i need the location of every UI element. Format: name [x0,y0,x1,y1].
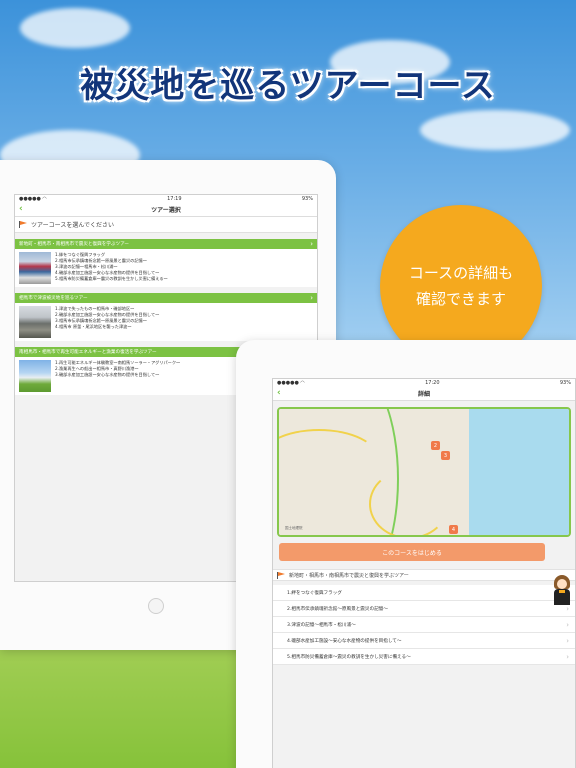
flag-icon [277,571,285,579]
course-title: 南相馬市・相馬市で再生可能エネルギーと漁業の復活を学ぶツアー [19,350,157,355]
prompt-text: ツアーコースを選んでください [31,222,115,229]
carrier-dots: ●●●●● ◠ [277,380,305,386]
list-item[interactable]: 2.相馬市伝承鎮魂祈念館～原風景と震災の記憶～ › [273,601,575,617]
chevron-right-icon: › [310,240,313,248]
list-item[interactable]: 3.津波の記憶～相馬市・松川浦～ › [273,617,575,633]
status-bar: ●●●●● ◠ 17:19 93% [15,195,317,203]
map-road [369,469,449,535]
chevron-right-icon: › [566,604,569,613]
headline: 被災地を巡るツアーコース [80,66,496,106]
cloud [20,8,130,48]
spot-label: 3.津波の記憶～相馬市・松川浦～ [287,622,356,628]
course-map[interactable]: 2 3 4 国土地理院 [277,407,571,537]
map-pin[interactable]: 3 [441,451,450,460]
list-item[interactable]: 1.絆をつなぐ復興フラッグ › [273,585,575,601]
map-pin[interactable]: 4 [449,525,458,534]
course-header[interactable]: 相馬市で津波被災地を巡るツアー › [15,293,317,303]
course-title: 新地町・相馬市・南相馬市で震災と復興を学ぶツアー [19,242,129,247]
home-button[interactable] [148,598,164,614]
spot-label: 4.磯部水産加工施設～安心な水産物の提供を目指して～ [287,638,402,644]
nav-bar: ‹ ツアー選択 [15,203,317,217]
status-time: 17:20 [425,380,440,386]
course-spot: 3.磯部水産加工施設～安心な水産物の提供を目指して～ [55,372,160,377]
course-title: 新地町・相馬市・南相馬市で震災と復興を学ぶツアー [289,572,409,579]
spot-label: 2.相馬市伝承鎮魂祈念館～原風景と震災の記憶～ [287,606,388,612]
status-time: 17:19 [167,196,182,202]
spot-list: 1.絆をつなぐ復興フラッグ › 2.相馬市伝承鎮魂祈念館～原風景と震災の記憶～ … [273,585,575,665]
nav-title: ツアー選択 [151,207,181,214]
spot-label: 5.相馬市防災備蓄倉庫～震災の教訓を生かし災害に備える～ [287,654,411,660]
back-chevron-icon[interactable]: ‹ [277,388,281,398]
cloud [420,110,570,150]
course-card[interactable]: 新地町・相馬市・南相馬市で震災と復興を学ぶツアー › 1.絆をつなぐ復興フラッグ… [15,239,317,287]
nav-bar: ‹ 詳細 [273,387,575,401]
course-thumbnail [19,252,51,284]
badge-line2: 確認できます [415,290,506,308]
map-credit: 国土地理院 [285,526,303,530]
course-title: 相馬市で津波被災地を巡るツアー [19,296,88,301]
tablet-course-detail: ●●●●● ◠ 17:20 93% ‹ 詳細 2 3 4 国土地理院 このコース… [236,340,576,768]
chevron-right-icon: › [566,636,569,645]
start-course-button[interactable]: このコースをはじめる [279,543,545,561]
chevron-right-icon: › [310,294,313,302]
list-item[interactable]: 5.相馬市防災備蓄倉庫～震災の教訓を生かし災害に備える～ › [273,649,575,665]
battery-level: 93% [559,380,571,386]
battery-level: 93% [301,196,313,202]
course-spot: 5.相馬市防災備蓄倉庫～震災の教訓を生かし災害に備える～ [55,276,168,281]
course-header[interactable]: 新地町・相馬市・南相馬市で震災と復興を学ぶツアー › [15,239,317,249]
course-thumbnail [19,306,51,338]
chevron-right-icon: › [566,620,569,629]
flag-icon [19,221,27,228]
course-thumbnail [19,360,51,392]
back-chevron-icon[interactable]: ‹ [19,204,23,214]
carrier-dots: ●●●●● ◠ [19,196,47,202]
list-item[interactable]: 4.磯部水産加工施設～安心な水産物の提供を目指して～ › [273,633,575,649]
course-title-row: 新地町・相馬市・南相馬市で震災と復興を学ぶツアー [273,569,575,581]
spot-label: 1.絆をつなぐ復興フラッグ [287,590,342,596]
course-card[interactable]: 相馬市で津波被災地を巡るツアー › 1.津波で失ったもの～相馬市・磯部地区～ 2… [15,293,317,341]
status-bar: ●●●●● ◠ 17:20 93% [273,379,575,387]
nav-title: 詳細 [417,391,430,398]
detail-screen: ●●●●● ◠ 17:20 93% ‹ 詳細 2 3 4 国土地理院 このコース… [272,378,576,768]
prompt-row: ツアーコースを選んでください [15,217,317,233]
chevron-right-icon: › [566,652,569,661]
badge-line1: コースの詳細も [408,264,514,282]
map-pin[interactable]: 2 [431,441,440,450]
course-spot: 4.相馬市 原釜・尾浜地区を襲った津波～ [55,324,132,329]
guide-avatar [551,575,573,605]
